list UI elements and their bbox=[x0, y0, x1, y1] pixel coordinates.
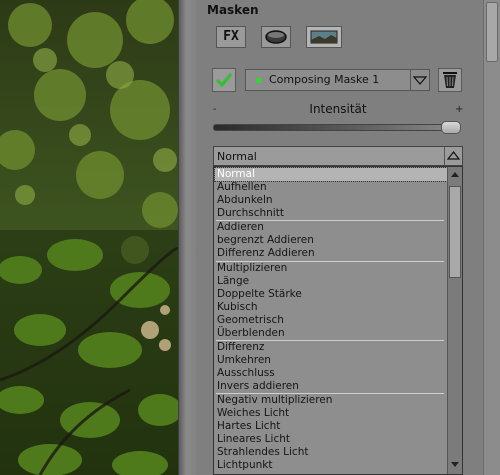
dropdown-scrollbar[interactable] bbox=[447, 167, 462, 474]
panel-divider[interactable] bbox=[178, 0, 197, 475]
dropdown-option[interactable]: Lineares Licht bbox=[217, 433, 290, 446]
dropdown-option[interactable]: Negativ multiplizieren bbox=[217, 394, 332, 407]
dropdown-option[interactable]: Überblenden bbox=[217, 327, 285, 340]
dropdown-option[interactable]: Kubisch bbox=[217, 301, 258, 314]
mask-select-dropdown-button[interactable] bbox=[410, 70, 429, 90]
blend-mode-dropdown-list: Normal Aufhellen Abdunkeln Durchschnitt … bbox=[213, 166, 463, 475]
scroll-up-arrow-icon[interactable] bbox=[451, 172, 459, 177]
dropdown-scrollbar-thumb[interactable] bbox=[449, 186, 461, 278]
dropdown-option[interactable]: Doppelte Stärke bbox=[217, 288, 302, 301]
dropdown-option[interactable]: Normal bbox=[214, 167, 448, 182]
blend-mode-dropdown-button[interactable] bbox=[444, 147, 462, 165]
landscape-mask-icon bbox=[310, 30, 338, 44]
dropdown-option[interactable]: Invers addieren bbox=[217, 380, 299, 393]
dropdown-option[interactable]: Addieren bbox=[217, 221, 264, 234]
dropdown-option[interactable]: Abdunkeln bbox=[217, 194, 273, 207]
dropdown-option[interactable]: begrenzt Addieren bbox=[217, 234, 314, 247]
dropdown-option[interactable]: Länge bbox=[217, 275, 249, 288]
dropdown-option[interactable]: Differenz Addieren bbox=[217, 247, 315, 260]
fx-mask-button[interactable]: FX bbox=[216, 26, 246, 48]
dropdown-option[interactable]: Umkehren bbox=[217, 354, 271, 367]
dropdown-option[interactable]: Weiches Licht bbox=[217, 407, 289, 420]
intensity-slider-handle[interactable] bbox=[441, 121, 461, 134]
dropdown-option[interactable]: Geometrisch bbox=[217, 314, 284, 327]
landscape-mask-button[interactable] bbox=[306, 26, 342, 48]
circle-mask-button[interactable] bbox=[261, 26, 291, 48]
mask-enable-toggle[interactable] bbox=[212, 68, 236, 92]
photo-canvas bbox=[0, 0, 178, 475]
mask-active-indicator bbox=[256, 78, 261, 83]
blend-mode-select[interactable]: Normal bbox=[213, 146, 463, 166]
fx-icon: FX bbox=[223, 29, 239, 44]
chevron-down-icon bbox=[412, 76, 428, 85]
circle-mask-icon bbox=[265, 30, 287, 44]
blend-mode-value: Normal bbox=[217, 150, 257, 163]
masks-panel: Masken FX Composing Maske 1 - Intensität… bbox=[196, 0, 500, 475]
dropdown-option[interactable]: Durchschnitt bbox=[217, 207, 284, 220]
chevron-up-icon bbox=[446, 151, 461, 160]
dropdown-option[interactable]: Lichtpunkt bbox=[217, 459, 272, 472]
trash-icon bbox=[443, 72, 457, 88]
delete-mask-button[interactable] bbox=[438, 68, 462, 92]
panel-scrollbar-thumb[interactable] bbox=[486, 2, 498, 62]
intensity-label: Intensität bbox=[309, 102, 367, 116]
dropdown-option[interactable]: Strahlendes Licht bbox=[217, 446, 308, 459]
checkmark-icon bbox=[215, 73, 233, 88]
intensity-max-label: + bbox=[455, 104, 464, 115]
dropdown-option[interactable]: Hartes Licht bbox=[217, 420, 280, 433]
dropdown-option[interactable]: Differenz bbox=[217, 341, 264, 354]
intensity-slider[interactable] bbox=[213, 124, 461, 131]
dropdown-option[interactable]: Multiplizieren bbox=[217, 262, 287, 275]
scroll-down-arrow-icon[interactable] bbox=[451, 462, 459, 467]
panel-scrollbar[interactable] bbox=[483, 0, 500, 475]
dropdown-option[interactable]: Ausschluss bbox=[217, 367, 275, 380]
mask-name: Composing Maske 1 bbox=[269, 73, 380, 86]
panel-title: Masken bbox=[207, 3, 259, 17]
mask-select[interactable]: Composing Maske 1 bbox=[245, 69, 430, 91]
dropdown-option[interactable]: Aufhellen bbox=[217, 181, 267, 194]
